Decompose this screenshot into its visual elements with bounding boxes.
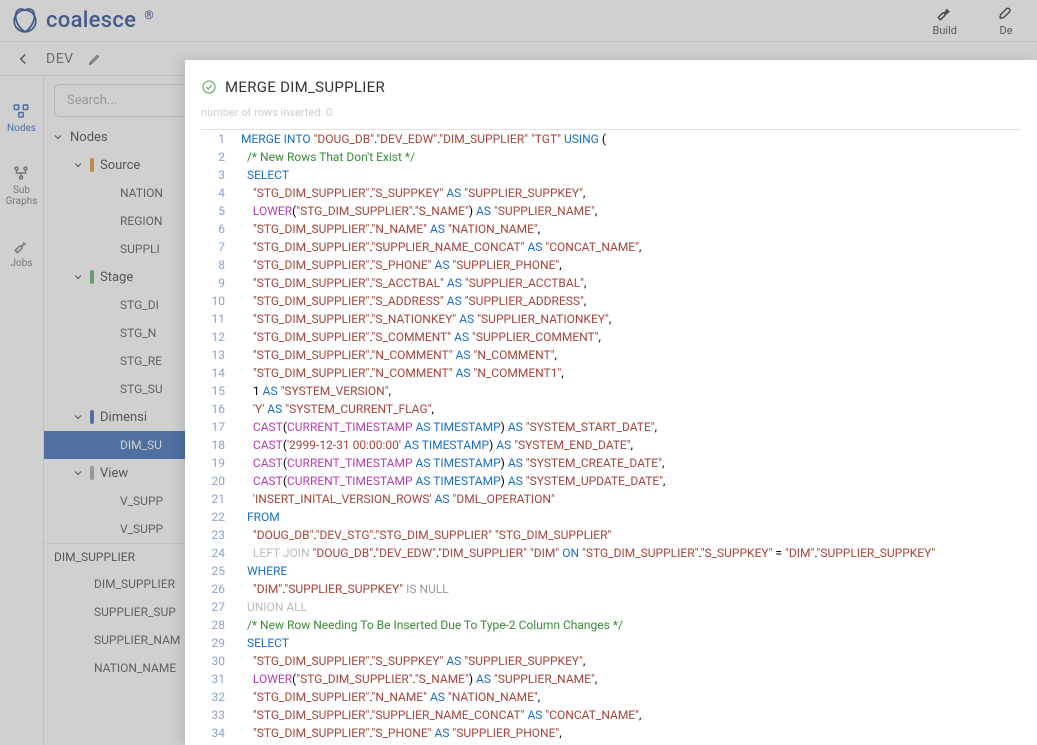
modal-status: number of rows inserted: 0 [201,106,1021,119]
modal-title: MERGE DIM_SUPPLIER [225,78,385,96]
check-circle-icon [201,79,217,95]
modal-title-row: MERGE DIM_SUPPLIER [201,78,1021,96]
code-gutter: 1234567891011121314151617181920212223242… [201,130,233,745]
sql-modal: MERGE DIM_SUPPLIER number of rows insert… [185,60,1037,745]
code-editor[interactable]: 1234567891011121314151617181920212223242… [201,129,1021,745]
code-content[interactable]: MERGE INTO "DOUG_DB"."DEV_EDW"."DIM_SUPP… [233,130,1021,745]
